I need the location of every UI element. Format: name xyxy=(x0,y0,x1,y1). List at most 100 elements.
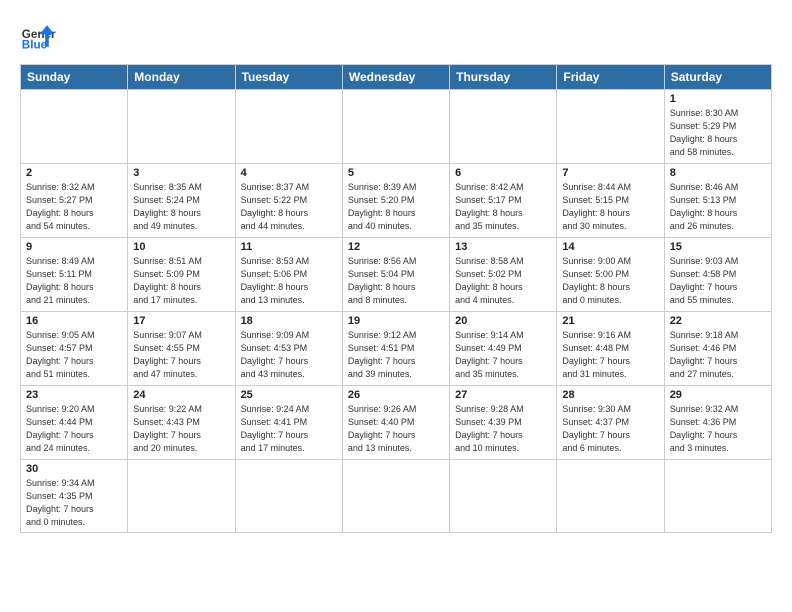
calendar-cell: 23Sunrise: 9:20 AM Sunset: 4:44 PM Dayli… xyxy=(21,386,128,460)
day-info: Sunrise: 9:07 AM Sunset: 4:55 PM Dayligh… xyxy=(133,329,229,381)
calendar-cell xyxy=(128,90,235,164)
calendar-header: SundayMondayTuesdayWednesdayThursdayFrid… xyxy=(21,65,772,90)
day-info: Sunrise: 9:22 AM Sunset: 4:43 PM Dayligh… xyxy=(133,403,229,455)
day-info: Sunrise: 9:28 AM Sunset: 4:39 PM Dayligh… xyxy=(455,403,551,455)
day-info: Sunrise: 9:09 AM Sunset: 4:53 PM Dayligh… xyxy=(241,329,337,381)
calendar-cell xyxy=(342,460,449,533)
calendar-cell: 28Sunrise: 9:30 AM Sunset: 4:37 PM Dayli… xyxy=(557,386,664,460)
calendar-week-2: 9Sunrise: 8:49 AM Sunset: 5:11 PM Daylig… xyxy=(21,238,772,312)
day-number: 10 xyxy=(133,241,229,253)
calendar-cell: 17 Sunrise: 9:07 AM Sunset: 4:55 PM Dayli… xyxy=(128,312,235,386)
calendar-cell: 20 Sunrise: 9:14 AM Sunset: 4:49 PM Dayli… xyxy=(450,312,557,386)
calendar-week-3: 16 Sunrise: 9:05 AM Sunset: 4:57 PM Dayli… xyxy=(21,312,772,386)
calendar-cell: 18 Sunrise: 9:09 AM Sunset: 4:53 PM Dayli… xyxy=(235,312,342,386)
calendar-cell xyxy=(450,90,557,164)
day-info: Sunrise: 8:53 AM Sunset: 5:06 PM Dayligh… xyxy=(241,255,337,307)
day-info: Sunrise: 8:30 AM Sunset: 5:29 PM Dayligh… xyxy=(670,107,766,159)
calendar-cell: 22Sunrise: 9:18 AM Sunset: 4:46 PM Dayli… xyxy=(664,312,771,386)
day-info: Sunrise: 8:39 AM Sunset: 5:20 PM Dayligh… xyxy=(348,181,444,233)
calendar-cell xyxy=(235,460,342,533)
calendar-table: SundayMondayTuesdayWednesdayThursdayFrid… xyxy=(20,64,772,533)
calendar-cell: 30 Sunrise: 9:34 AM Sunset: 4:35 PM Dayli… xyxy=(21,460,128,533)
header: General Blue xyxy=(20,18,772,54)
calendar-cell: 27 Sunrise: 9:28 AM Sunset: 4:39 PM Dayli… xyxy=(450,386,557,460)
day-info: Sunrise: 9:03 AM Sunset: 4:58 PM Dayligh… xyxy=(670,255,766,307)
calendar-cell: 14 Sunrise: 9:00 AM Sunset: 5:00 PM Dayli… xyxy=(557,238,664,312)
day-header-sunday: Sunday xyxy=(21,65,128,90)
calendar-cell: 24 Sunrise: 9:22 AM Sunset: 4:43 PM Dayli… xyxy=(128,386,235,460)
day-number: 24 xyxy=(133,389,229,401)
day-info: Sunrise: 8:44 AM Sunset: 5:15 PM Dayligh… xyxy=(562,181,658,233)
svg-text:Blue: Blue xyxy=(22,39,48,52)
calendar-cell: 11 Sunrise: 8:53 AM Sunset: 5:06 PM Dayli… xyxy=(235,238,342,312)
day-number: 23 xyxy=(26,389,122,401)
day-info: Sunrise: 8:49 AM Sunset: 5:11 PM Dayligh… xyxy=(26,255,122,307)
day-header-monday: Monday xyxy=(128,65,235,90)
logo-icon: General Blue xyxy=(20,18,56,54)
calendar-week-1: 2 Sunrise: 8:32 AM Sunset: 5:27 PM Daylig… xyxy=(21,164,772,238)
calendar-cell xyxy=(235,90,342,164)
calendar-cell: 2 Sunrise: 8:32 AM Sunset: 5:27 PM Daylig… xyxy=(21,164,128,238)
calendar-cell: 10 Sunrise: 8:51 AM Sunset: 5:09 PM Dayli… xyxy=(128,238,235,312)
logo: General Blue xyxy=(20,18,56,54)
calendar-cell: 13 Sunrise: 8:58 AM Sunset: 5:02 PM Dayli… xyxy=(450,238,557,312)
day-info: Sunrise: 8:32 AM Sunset: 5:27 PM Dayligh… xyxy=(26,181,122,233)
day-info: Sunrise: 9:00 AM Sunset: 5:00 PM Dayligh… xyxy=(562,255,658,307)
day-info: Sunrise: 8:51 AM Sunset: 5:09 PM Dayligh… xyxy=(133,255,229,307)
day-number: 11 xyxy=(241,241,337,253)
day-number: 16 xyxy=(26,315,122,327)
calendar-cell: 1 Sunrise: 8:30 AM Sunset: 5:29 PM Daylig… xyxy=(664,90,771,164)
day-header-tuesday: Tuesday xyxy=(235,65,342,90)
calendar-week-4: 23Sunrise: 9:20 AM Sunset: 4:44 PM Dayli… xyxy=(21,386,772,460)
day-info: Sunrise: 9:26 AM Sunset: 4:40 PM Dayligh… xyxy=(348,403,444,455)
calendar-cell xyxy=(450,460,557,533)
calendar-cell xyxy=(557,90,664,164)
day-number: 30 xyxy=(26,463,122,475)
day-number: 26 xyxy=(348,389,444,401)
day-number: 7 xyxy=(562,167,658,179)
day-number: 18 xyxy=(241,315,337,327)
day-info: Sunrise: 9:14 AM Sunset: 4:49 PM Dayligh… xyxy=(455,329,551,381)
day-number: 13 xyxy=(455,241,551,253)
calendar-cell: 5 Sunrise: 8:39 AM Sunset: 5:20 PM Daylig… xyxy=(342,164,449,238)
day-header-friday: Friday xyxy=(557,65,664,90)
day-info: Sunrise: 9:34 AM Sunset: 4:35 PM Dayligh… xyxy=(26,477,122,529)
day-info: Sunrise: 8:46 AM Sunset: 5:13 PM Dayligh… xyxy=(670,181,766,233)
calendar-cell: 8Sunrise: 8:46 AM Sunset: 5:13 PM Daylig… xyxy=(664,164,771,238)
day-number: 6 xyxy=(455,167,551,179)
day-info: Sunrise: 9:30 AM Sunset: 4:37 PM Dayligh… xyxy=(562,403,658,455)
calendar-body: 1 Sunrise: 8:30 AM Sunset: 5:29 PM Daylig… xyxy=(21,90,772,533)
calendar-week-5: 30 Sunrise: 9:34 AM Sunset: 4:35 PM Dayli… xyxy=(21,460,772,533)
day-number: 21 xyxy=(562,315,658,327)
calendar-cell: 3Sunrise: 8:35 AM Sunset: 5:24 PM Daylig… xyxy=(128,164,235,238)
day-info: Sunrise: 9:24 AM Sunset: 4:41 PM Dayligh… xyxy=(241,403,337,455)
day-header-thursday: Thursday xyxy=(450,65,557,90)
day-info: Sunrise: 9:12 AM Sunset: 4:51 PM Dayligh… xyxy=(348,329,444,381)
day-info: Sunrise: 9:05 AM Sunset: 4:57 PM Dayligh… xyxy=(26,329,122,381)
calendar-cell: 21 Sunrise: 9:16 AM Sunset: 4:48 PM Dayli… xyxy=(557,312,664,386)
day-number: 1 xyxy=(670,93,766,105)
day-number: 2 xyxy=(26,167,122,179)
day-number: 17 xyxy=(133,315,229,327)
day-number: 20 xyxy=(455,315,551,327)
day-info: Sunrise: 9:16 AM Sunset: 4:48 PM Dayligh… xyxy=(562,329,658,381)
calendar-cell: 4 Sunrise: 8:37 AM Sunset: 5:22 PM Daylig… xyxy=(235,164,342,238)
day-info: Sunrise: 8:37 AM Sunset: 5:22 PM Dayligh… xyxy=(241,181,337,233)
day-header-saturday: Saturday xyxy=(664,65,771,90)
day-number: 22 xyxy=(670,315,766,327)
calendar-cell: 19Sunrise: 9:12 AM Sunset: 4:51 PM Dayli… xyxy=(342,312,449,386)
calendar-cell xyxy=(664,460,771,533)
day-number: 3 xyxy=(133,167,229,179)
day-number: 27 xyxy=(455,389,551,401)
day-info: Sunrise: 8:58 AM Sunset: 5:02 PM Dayligh… xyxy=(455,255,551,307)
calendar-cell xyxy=(128,460,235,533)
day-number: 25 xyxy=(241,389,337,401)
day-number: 14 xyxy=(562,241,658,253)
day-number: 5 xyxy=(348,167,444,179)
day-info: Sunrise: 9:32 AM Sunset: 4:36 PM Dayligh… xyxy=(670,403,766,455)
calendar-cell: 12Sunrise: 8:56 AM Sunset: 5:04 PM Dayli… xyxy=(342,238,449,312)
day-header-wednesday: Wednesday xyxy=(342,65,449,90)
day-info: Sunrise: 8:42 AM Sunset: 5:17 PM Dayligh… xyxy=(455,181,551,233)
calendar-week-0: 1 Sunrise: 8:30 AM Sunset: 5:29 PM Daylig… xyxy=(21,90,772,164)
day-number: 4 xyxy=(241,167,337,179)
